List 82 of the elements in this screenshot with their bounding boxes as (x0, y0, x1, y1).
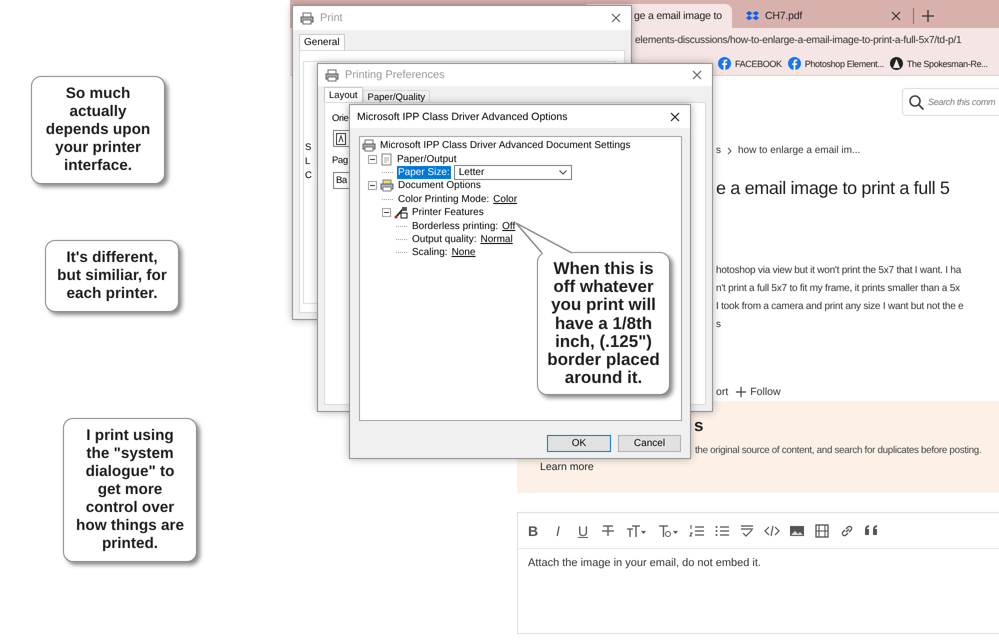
underline-button[interactable]: U (573, 520, 593, 540)
printer-icon (362, 139, 376, 152)
bookmark[interactable]: The Spokesman-Re... (890, 57, 988, 70)
setting-value[interactable]: Color (493, 194, 518, 205)
post-text: n't print a full 5x7 to fit my frame, it prints smaller than a 5x (716, 282, 961, 296)
numbered-list-icon (689, 522, 705, 538)
window-title: Microsoft IPP Class Driver Advanced Options (357, 110, 568, 122)
facebook-icon (788, 57, 801, 70)
tree-item[interactable]: Printer Features (411, 206, 485, 220)
page-icon (336, 132, 346, 144)
setting-label[interactable]: Output quality: (411, 232, 478, 246)
tools-icon (394, 206, 408, 220)
post-title: e a email image to print a full 5 (716, 177, 951, 200)
printer-icon (300, 12, 314, 24)
search-input[interactable]: Search this comm (928, 97, 998, 107)
dialog-tab[interactable]: General (299, 34, 345, 50)
setting-dropdown[interactable]: Letter (454, 164, 572, 180)
field-label: C (305, 169, 312, 183)
collapse-icon[interactable] (382, 208, 391, 218)
cancel-button[interactable]: Cancel (618, 435, 681, 452)
reply-field[interactable]: Attach the image in your email, do not embed it. (518, 549, 999, 577)
chevron-icon (558, 170, 567, 175)
italic-button[interactable]: I (548, 520, 568, 540)
post-text: I took from a camera and print any size I want but not the e (716, 300, 964, 314)
callout: When this is off whatever you print will have a 1/8th inch, (.125") border placed around it. (537, 252, 670, 396)
dialog-tab[interactable]: Paper/Quality (362, 90, 430, 102)
profile-icon (890, 57, 903, 70)
printer-icon (380, 179, 394, 192)
action-link[interactable]: ort (716, 386, 728, 398)
setting-label[interactable]: Color Printing Mode: (397, 192, 490, 206)
follow-link[interactable]: Follow (736, 386, 781, 398)
printer-icon (325, 68, 339, 82)
document-icon (380, 152, 393, 166)
bookmark[interactable]: FACEBOOK (718, 57, 782, 70)
window-title: Print (320, 12, 344, 24)
collapse-icon[interactable] (368, 154, 377, 164)
facebook-icon (718, 57, 731, 70)
learn-more-link[interactable]: Learn more (540, 461, 594, 473)
address-field[interactable]: elements-discussions/how-to-enlarge-a-email-image-to-print-a-full-5x7/td-p/1 (635, 34, 962, 46)
tree-item[interactable]: Document Options (397, 179, 482, 192)
breadcrumb-link[interactable]: how to enlarge a email im... (738, 145, 860, 156)
post-text: hotoshop via view but it won't print the 5x7 that I want. I ha (716, 264, 962, 278)
font-size-icon (626, 522, 647, 538)
new-tab-icon[interactable] (922, 10, 934, 22)
bold-button[interactable]: B (523, 520, 543, 540)
tree-item[interactable]: Microsoft IPP Class Driver Advanced Document Settings (379, 139, 632, 152)
field-label: L (305, 155, 312, 169)
setting-label[interactable]: Paper Size: (397, 166, 451, 179)
setting-value[interactable]: Normal (480, 234, 513, 245)
callout: It's different, but similiar, for each printer. (45, 240, 179, 312)
breadcrumb-link[interactable]: s (716, 145, 721, 156)
search-icon (909, 94, 924, 110)
notice-text: the original source of content, and search for duplicates before posting. (695, 445, 982, 457)
setting-value[interactable]: Off (502, 220, 516, 232)
setting-label[interactable]: Borderless printing: (411, 220, 500, 233)
field-label: Pag (332, 155, 348, 166)
close-icon[interactable] (891, 11, 901, 21)
tab-title: ge a email image to (634, 10, 722, 22)
media-icon (814, 522, 830, 538)
callout: I print using the "system dialogue" to get more control over how things are printed. (63, 418, 197, 562)
plus-icon (736, 387, 746, 397)
tree-item[interactable]: Paper/Output (396, 152, 458, 166)
search-field[interactable]: Search this comm (902, 88, 999, 116)
close-icon[interactable] (670, 112, 680, 122)
text-style-icon (658, 522, 679, 538)
notice-heading: s (694, 415, 704, 437)
setting-value[interactable]: None (452, 247, 476, 258)
window-title: Printing Preferences (345, 69, 446, 81)
chevron-icon (727, 146, 732, 154)
post-text: s (716, 318, 722, 332)
callout: So much actually depends upon your printer interface. (31, 76, 165, 184)
spellcheck-icon (739, 522, 755, 538)
field-label: Orie (332, 113, 348, 124)
tab-title: CH7.pdf (765, 10, 802, 22)
ok-button[interactable]: OK (547, 435, 611, 452)
dialog-tab[interactable]: Layout (324, 87, 363, 102)
setting-label[interactable]: Scaling: (411, 246, 449, 260)
bookmark[interactable]: Photoshop Element... (788, 57, 884, 70)
strikethrough-icon (600, 522, 616, 538)
field-label: S (305, 141, 312, 155)
collapse-icon[interactable] (368, 181, 377, 190)
box-icon (746, 10, 759, 22)
